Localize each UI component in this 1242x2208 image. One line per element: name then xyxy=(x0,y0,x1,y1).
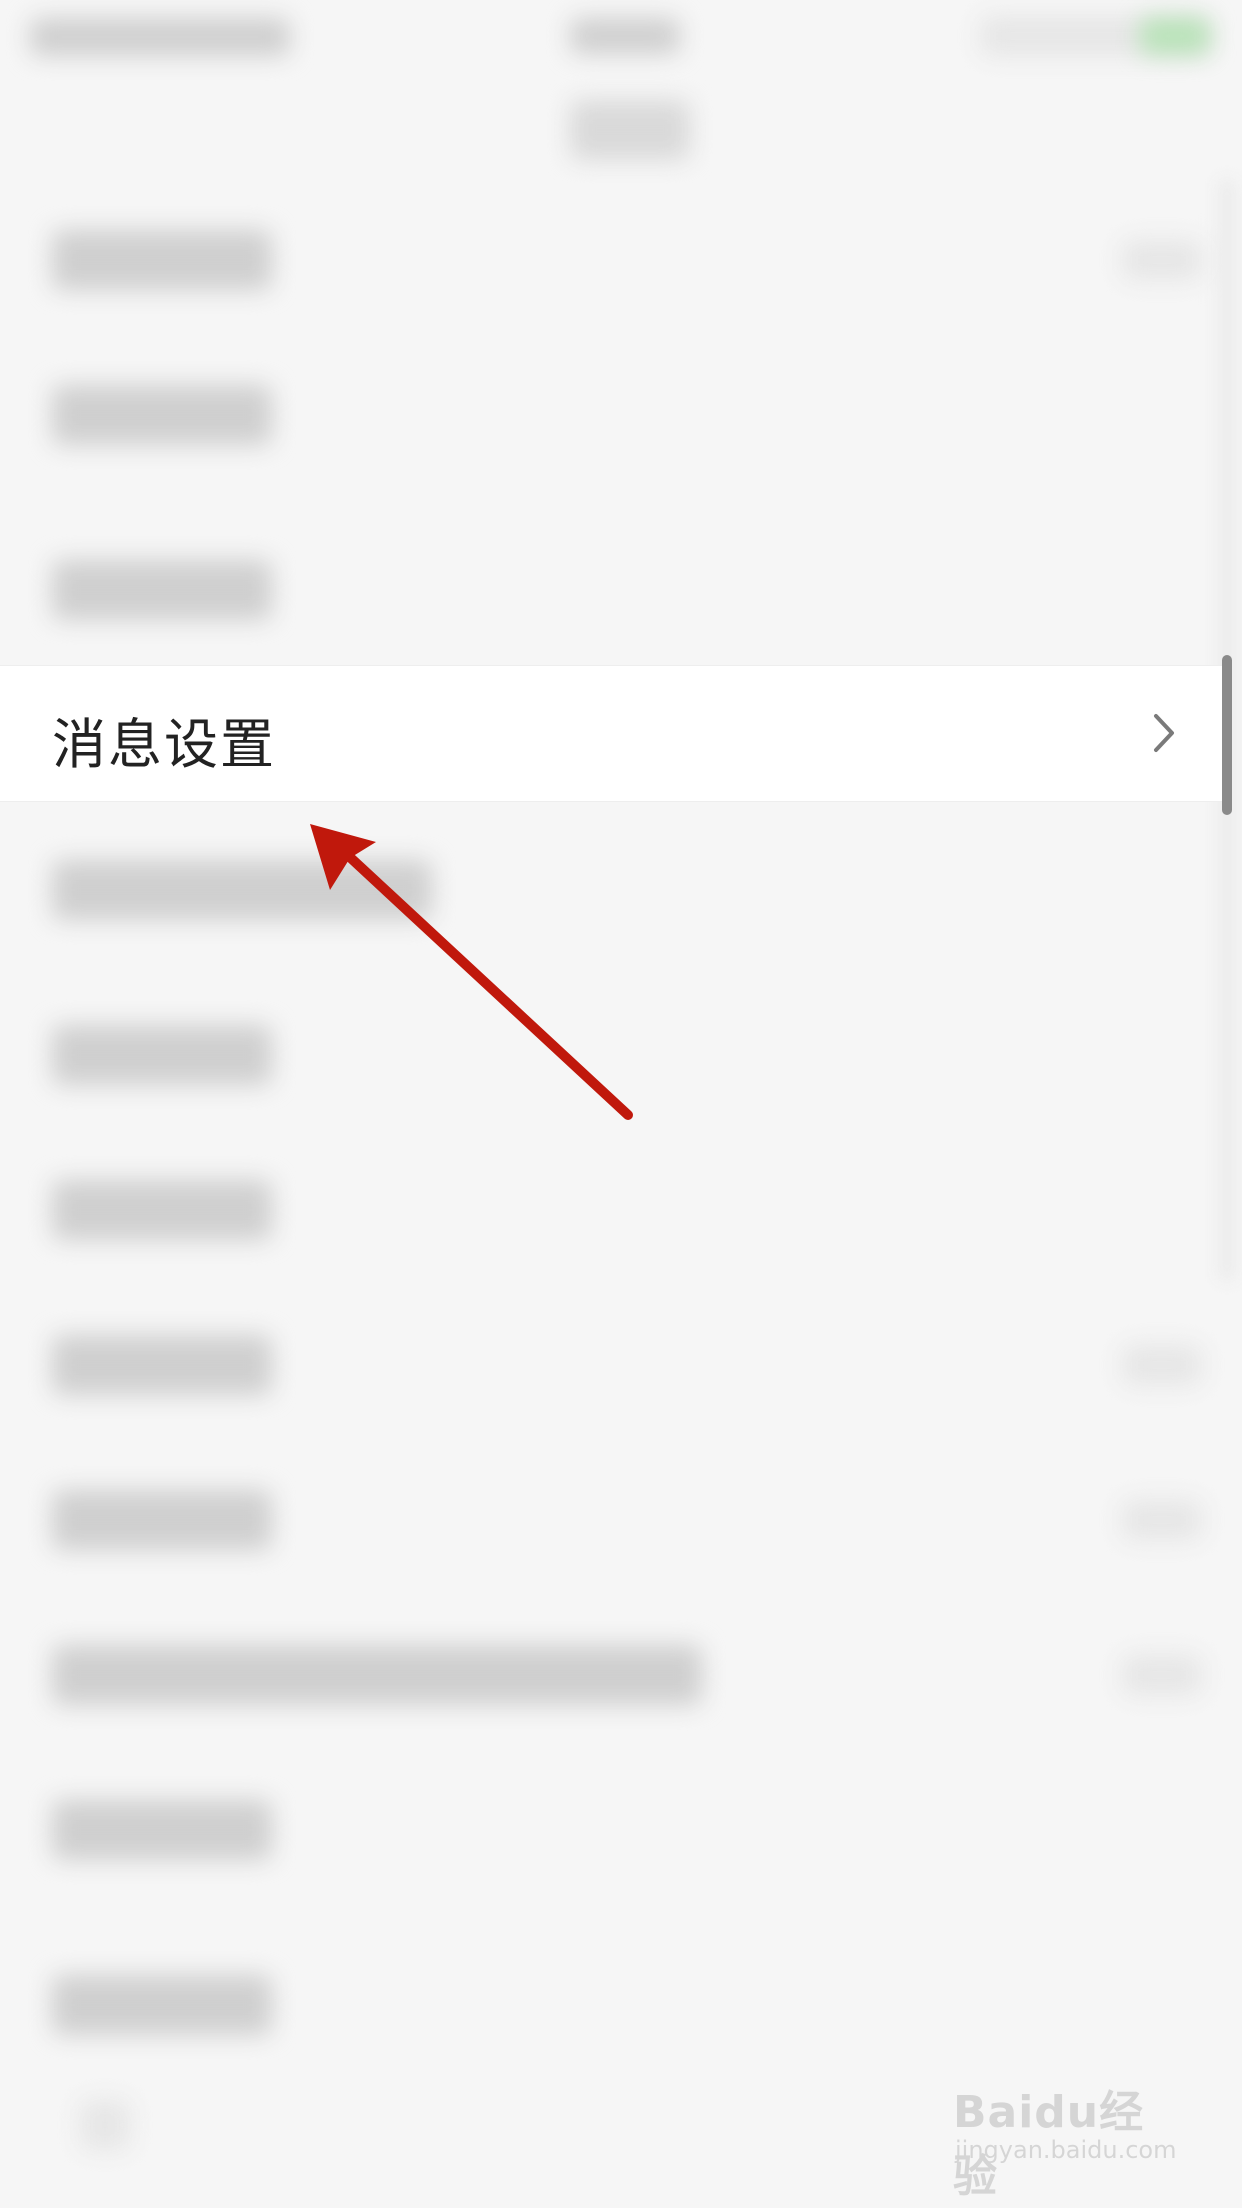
settings-item-blurred[interactable] xyxy=(52,1490,272,1550)
settings-item-blurred[interactable] xyxy=(52,1335,272,1395)
settings-item-message-settings[interactable]: 消息设置 xyxy=(0,665,1222,802)
settings-item-blurred[interactable] xyxy=(52,1645,702,1705)
settings-item-blurred[interactable] xyxy=(52,1800,272,1860)
battery-icon xyxy=(1140,18,1210,54)
settings-item-blurred[interactable] xyxy=(52,1975,272,2035)
settings-item-blurred[interactable] xyxy=(52,860,432,920)
settings-item-blurred[interactable] xyxy=(52,1180,272,1240)
scrollbar-thumb[interactable] xyxy=(1222,655,1232,815)
annotation-arrow xyxy=(310,824,633,1120)
settings-item-label: 消息设置 xyxy=(52,713,276,776)
settings-item-blurred[interactable] xyxy=(52,385,272,445)
settings-item-value-blurred xyxy=(1122,240,1202,280)
watermark: Baidu经验 jingyan.baidu.com xyxy=(945,2070,1185,2202)
status-bar-time-blurred xyxy=(570,18,680,54)
settings-item-blurred[interactable] xyxy=(52,230,272,290)
settings-item-value-blurred xyxy=(1122,1500,1202,1540)
settings-item-blurred[interactable] xyxy=(52,560,272,620)
settings-item-value-blurred xyxy=(1122,1345,1202,1385)
watermark-url: jingyan.baidu.com xyxy=(955,2136,1177,2164)
status-bar-left-blurred xyxy=(30,18,290,56)
settings-item-value-blurred xyxy=(1122,1655,1202,1695)
settings-item-blurred[interactable] xyxy=(52,1025,272,1085)
chevron-right-icon xyxy=(1154,714,1174,752)
settings-screen: 消息设置 Baidu经验 jingyan.baidu.com xyxy=(0,0,1242,2208)
page-title-blurred xyxy=(570,100,690,160)
settings-item-icon-blurred xyxy=(80,2100,130,2150)
